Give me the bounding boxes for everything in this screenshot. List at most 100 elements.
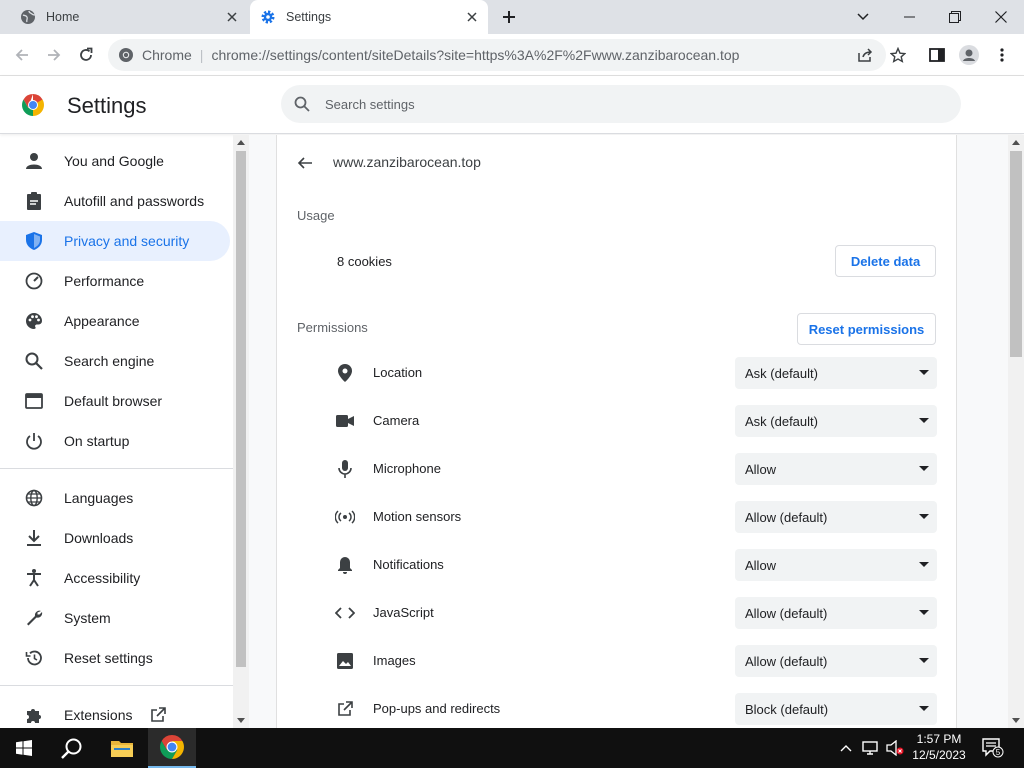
share-icon[interactable] [855,45,875,65]
network-icon[interactable] [860,728,882,768]
sidebar-item-appearance[interactable]: Appearance [0,301,230,341]
sidebar-item-autofill[interactable]: Autofill and passwords [0,181,230,221]
star-icon[interactable] [888,45,908,65]
notifications-select[interactable]: Allow [735,549,937,581]
permissions-heading: Permissions [297,320,368,335]
sidebar-item-default-browser[interactable]: Default browser [0,381,230,421]
permission-row-javascript: JavaScript Allow (default) [277,589,956,637]
cookies-count: 8 cookies [337,254,392,269]
profile-avatar[interactable] [956,42,982,68]
sidebar-item-label: Privacy and security [64,233,190,249]
close-icon[interactable] [462,7,482,27]
sidebar: You and Google Autofill and passwords Pr… [0,135,233,728]
tab-search-button[interactable] [840,0,886,34]
caret-down-icon [919,658,929,663]
tab-settings[interactable]: Settings [250,0,488,34]
person-icon [24,151,44,171]
permission-row-camera: Camera Ask (default) [277,397,956,445]
delete-data-button[interactable]: Delete data [835,245,936,277]
main-scrollbar[interactable] [1008,135,1024,728]
images-select[interactable]: Allow (default) [735,645,937,677]
notification-icon[interactable]: 5 [980,728,1006,768]
sidebar-item-label: Performance [64,273,145,289]
scroll-down-arrow[interactable] [1012,718,1020,723]
restore-button[interactable] [932,0,978,34]
select-value: Ask (default) [745,413,818,429]
menu-dots-icon[interactable] [989,42,1015,68]
select-value: Allow (default) [745,653,828,669]
reset-permissions-button[interactable]: Reset permissions [797,313,936,345]
tab-home[interactable]: Home [8,0,248,34]
permission-label: Motion sensors [373,509,462,524]
sidebar-item-reset-settings[interactable]: Reset settings [0,638,230,678]
motion-sensors-select[interactable]: Allow (default) [735,501,937,533]
permission-row-images: Images Allow (default) [277,637,956,685]
sidebar-item-downloads[interactable]: Downloads [0,518,230,558]
download-icon [24,528,44,548]
select-value: Allow (default) [745,605,828,621]
permission-label: Images [373,653,416,668]
chrome-taskbar-icon[interactable] [148,728,196,768]
scrollbar-thumb[interactable] [1010,151,1022,357]
site-title: www.zanzibarocean.top [333,154,481,170]
scroll-up-arrow[interactable] [237,140,245,145]
palette-icon [24,311,44,331]
camera-select[interactable]: Ask (default) [735,405,937,437]
sidebar-divider [0,685,233,686]
scroll-down-arrow[interactable] [237,718,245,723]
sidebar-item-on-startup[interactable]: On startup [0,421,230,461]
taskbar: 1:57 PM 12/5/2023 5 [0,728,1024,768]
sidebar-item-you-and-google[interactable]: You and Google [0,141,230,181]
popups-select[interactable]: Block (default) [735,693,937,725]
javascript-select[interactable]: Allow (default) [735,597,937,629]
file-explorer-icon[interactable] [98,728,146,768]
side-panel-icon[interactable] [924,42,950,68]
sidebar-scrollbar[interactable] [233,135,249,728]
sidebar-item-label: Reset settings [64,650,153,666]
caret-down-icon [919,514,929,519]
sidebar-item-privacy[interactable]: Privacy and security [0,221,230,261]
reload-button[interactable] [73,42,99,68]
settings-search[interactable] [281,85,961,123]
caret-down-icon [919,562,929,567]
close-window-button[interactable] [978,0,1024,34]
scrollbar-thumb[interactable] [236,151,246,667]
system-clock[interactable]: 1:57 PM 12/5/2023 [906,731,972,763]
forward-button[interactable] [41,42,67,68]
location-select[interactable]: Ask (default) [735,357,937,389]
shield-icon [24,231,44,251]
sidebar-item-label: You and Google [64,153,164,169]
browser-toolbar: Chrome | chrome://settings/content/siteD… [0,34,1024,76]
search-icon [24,351,44,371]
minimize-button[interactable] [886,0,932,34]
chrome-logo-icon [22,94,44,116]
close-icon[interactable] [222,7,242,27]
puzzle-icon [24,705,44,725]
microphone-select[interactable]: Allow [735,453,937,485]
new-tab-button[interactable] [498,7,520,27]
caret-down-icon [919,370,929,375]
back-button[interactable] [9,42,35,68]
permission-label: Notifications [373,557,444,572]
tab-title: Settings [286,10,332,24]
chevron-up-icon[interactable] [836,728,856,768]
sidebar-item-system[interactable]: System [0,598,230,638]
sidebar-item-label: Appearance [64,313,140,329]
volume-muted-icon[interactable] [884,728,906,768]
sidebar-item-search-engine[interactable]: Search engine [0,341,230,381]
search-input[interactable] [325,96,925,112]
url-text[interactable]: chrome://settings/content/siteDetails?si… [211,47,739,63]
sidebar-item-accessibility[interactable]: Accessibility [0,558,230,598]
sidebar-item-performance[interactable]: Performance [0,261,230,301]
speedometer-icon [24,271,44,291]
sidebar-item-extensions[interactable]: Extensions [0,695,230,728]
permission-row-notifications: Notifications Allow [277,541,956,589]
permission-label: Pop-ups and redirects [373,701,501,716]
address-bar[interactable]: Chrome | chrome://settings/content/siteD… [108,39,906,71]
back-arrow-icon[interactable] [293,151,317,175]
settings-header: Settings [0,76,1024,134]
start-button[interactable] [0,728,48,768]
sidebar-item-languages[interactable]: Languages [0,478,230,518]
search-icon[interactable] [48,728,96,768]
scroll-up-arrow[interactable] [1012,140,1020,145]
